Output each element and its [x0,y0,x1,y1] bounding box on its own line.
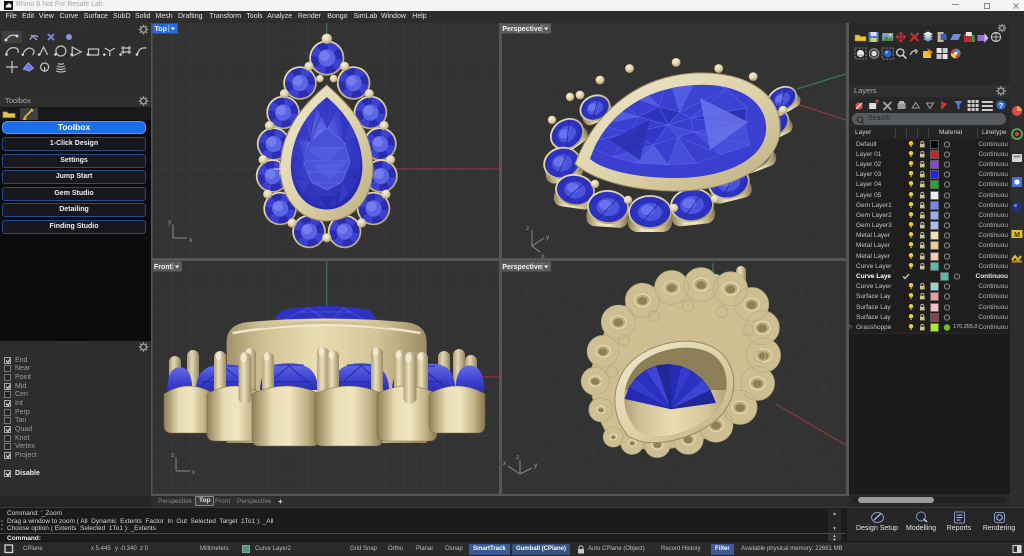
svg-text:z: z [526,225,529,232]
svg-text:Top: Top [155,26,167,33]
svg-text:M: M [1014,232,1020,239]
svg-text:Perspective: Perspective [502,26,541,33]
svg-text:Perspective: Perspective [502,264,541,271]
svg-text:z: z [171,452,174,459]
svg-text:z: z [516,454,519,461]
svg-text:?: ? [999,103,1003,110]
svg-text:Front: Front [154,264,173,271]
